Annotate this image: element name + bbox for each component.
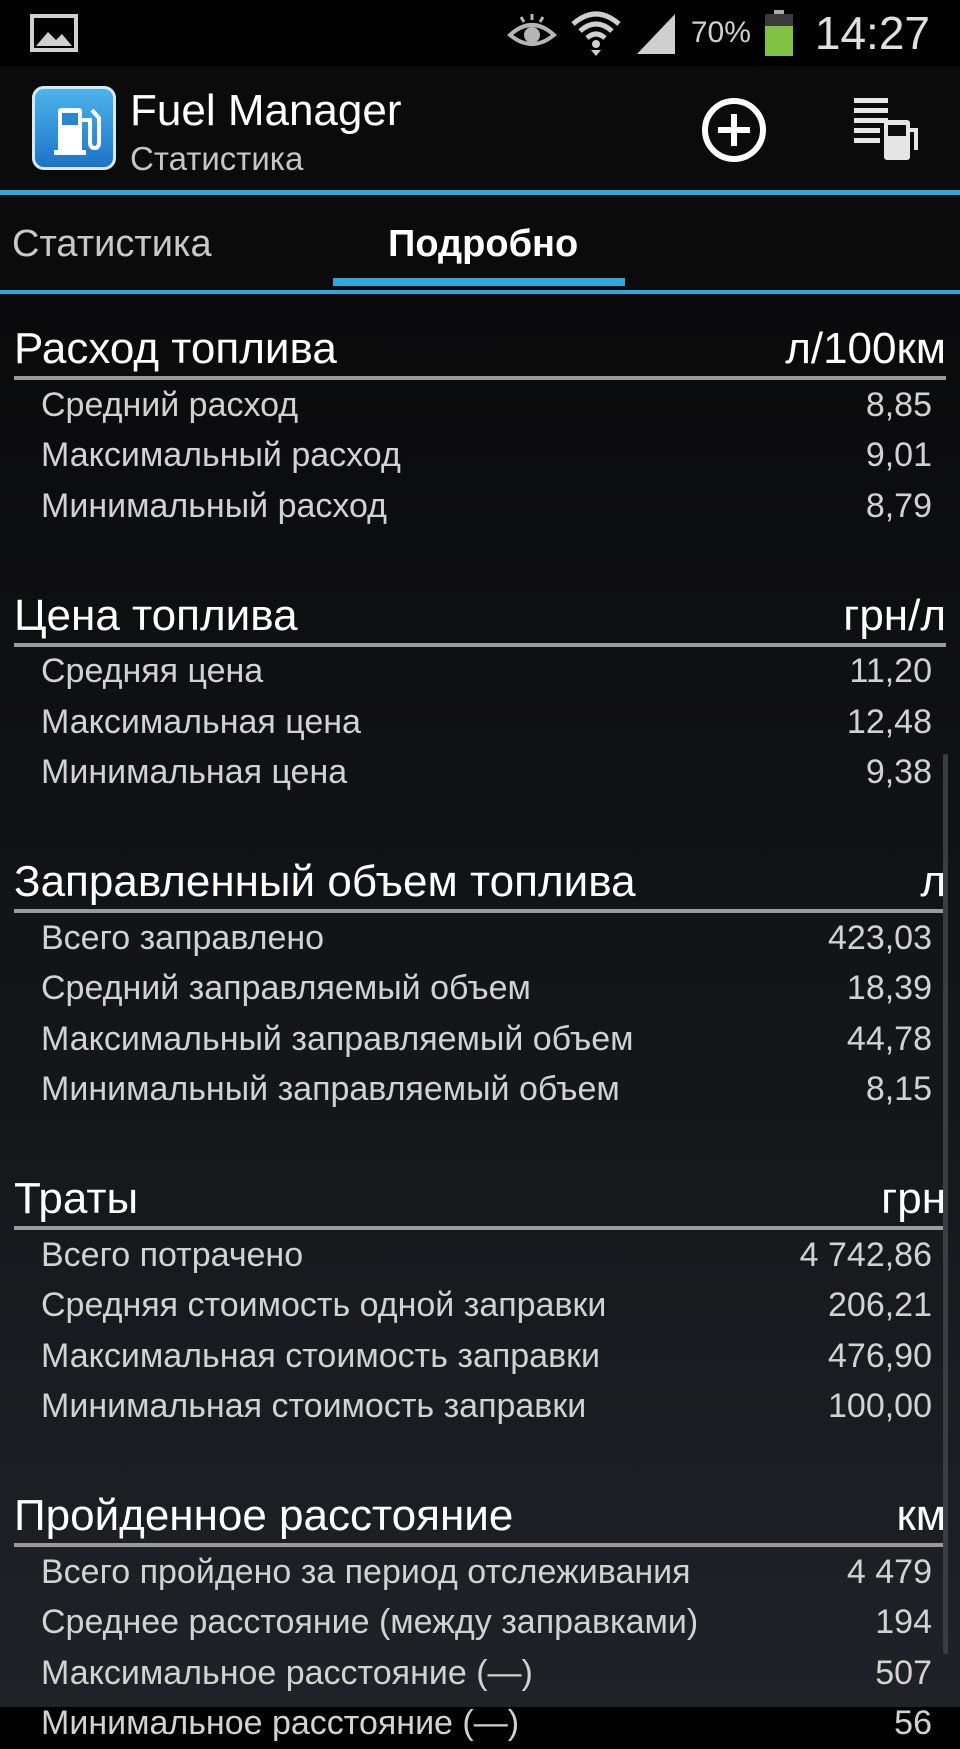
- list-item: Минимальная стоимость заправки 100,00: [41, 1382, 932, 1433]
- row-label: Максимальная цена: [41, 703, 361, 742]
- row-value: 4 742,86: [800, 1236, 932, 1275]
- row-label: Средняя стоимость одной заправки: [41, 1286, 606, 1325]
- list-item: Средний расход 8,85: [41, 380, 932, 431]
- section-header: Заправленный объем топлива л: [14, 827, 946, 913]
- row-value: 8,15: [866, 1070, 932, 1109]
- section-fuel-consumption: Расход топлива л/100км Средний расход 8,8…: [0, 294, 960, 532]
- list-item: Максимальный заправляемый объем 44,78: [41, 1014, 932, 1065]
- row-value: 100,00: [828, 1387, 932, 1426]
- gallery-icon: [30, 14, 78, 52]
- row-label: Максимальный заправляемый объем: [41, 1020, 634, 1059]
- status-bar: 70% 14:27: [0, 0, 960, 66]
- row-label: Максимальная стоимость заправки: [41, 1337, 600, 1376]
- list-item: Максимальное расстояние (—) 507: [41, 1648, 932, 1699]
- row-value: 4 479: [847, 1553, 932, 1592]
- section-title: Заправленный объем топлива: [14, 857, 636, 907]
- signal-icon: [635, 10, 677, 56]
- list-item: Минимальное расстояние (—) 56: [41, 1699, 932, 1749]
- list-item: Среднее расстояние (между заправками) 194: [41, 1598, 932, 1649]
- list-item: Всего потрачено 4 742,86: [41, 1230, 932, 1281]
- tab-bar: Статистика Подробно: [0, 195, 960, 290]
- row-value: 56: [894, 1704, 932, 1743]
- fuel-pump-icon[interactable]: [32, 86, 116, 170]
- row-label: Максимальное расстояние (—): [41, 1654, 533, 1693]
- row-value: 44,78: [847, 1020, 932, 1059]
- section-unit: км: [897, 1491, 947, 1541]
- section-distance: Пройденное расстояние км Всего пройдено …: [0, 1461, 960, 1749]
- battery-icon: [765, 10, 793, 56]
- section-title: Траты: [14, 1174, 138, 1224]
- row-label: Минимальная стоимость заправки: [41, 1387, 586, 1426]
- list-item: Средний заправляемый объем 18,39: [41, 964, 932, 1015]
- row-value: 9,38: [866, 753, 932, 792]
- list-item: Средняя цена 11,20: [41, 647, 932, 698]
- eye-icon: [507, 13, 557, 53]
- list-item: Максимальная стоимость заправки 476,90: [41, 1331, 932, 1382]
- scrollbar[interactable]: [943, 754, 948, 1654]
- row-value: 12,48: [847, 703, 932, 742]
- list-item: Максимальный расход 9,01: [41, 431, 932, 482]
- row-label: Средняя цена: [41, 652, 263, 691]
- add-icon[interactable]: [700, 96, 768, 164]
- section-title: Цена топлива: [14, 591, 298, 641]
- list-item: Всего пройдено за период отслеживания 4 4…: [41, 1547, 932, 1598]
- row-label: Всего заправлено: [41, 919, 324, 958]
- row-value: 8,79: [866, 487, 932, 526]
- section-header: Пройденное расстояние км: [14, 1461, 946, 1547]
- list-item: Минимальный заправляемый объем 8,15: [41, 1065, 932, 1116]
- section-header: Траты грн: [14, 1144, 946, 1230]
- row-value: 476,90: [828, 1337, 932, 1376]
- statistics-details[interactable]: Расход топлива л/100км Средний расход 8,8…: [0, 294, 960, 1707]
- fuel-list-icon[interactable]: [850, 94, 920, 164]
- section-expenses: Траты грн Всего потрачено 4 742,86 Средня…: [0, 1144, 960, 1432]
- action-bar: Fuel Manager Статистика: [0, 66, 960, 190]
- row-label: Минимальный заправляемый объем: [41, 1070, 620, 1109]
- row-label: Средний заправляемый объем: [41, 969, 531, 1008]
- tab-selected-indicator: [333, 278, 625, 286]
- list-item: Средняя стоимость одной заправки 206,21: [41, 1281, 932, 1332]
- list-item: Всего заправлено 423,03: [41, 913, 932, 964]
- row-value: 8,85: [866, 386, 932, 425]
- section-unit: л/100км: [785, 324, 946, 374]
- row-label: Всего пройдено за период отслеживания: [41, 1553, 691, 1592]
- row-value: 206,21: [828, 1286, 932, 1325]
- section-fuel-price: Цена топлива грн/л Средняя цена 11,20 Мак…: [0, 561, 960, 799]
- row-label: Максимальный расход: [41, 436, 401, 475]
- section-title: Расход топлива: [14, 324, 337, 374]
- row-value: 423,03: [828, 919, 932, 958]
- list-item: Минимальный расход 8,79: [41, 481, 932, 532]
- row-value: 9,01: [866, 436, 932, 475]
- list-item: Минимальная цена 9,38: [41, 748, 932, 799]
- battery-percent: 70%: [691, 16, 751, 50]
- tab-details[interactable]: Подробно: [388, 223, 578, 266]
- row-value: 507: [875, 1654, 932, 1693]
- section-header: Цена топлива грн/л: [14, 561, 946, 647]
- row-label: Средний расход: [41, 386, 298, 425]
- row-label: Среднее расстояние (между заправками): [41, 1603, 698, 1642]
- row-value: 18,39: [847, 969, 932, 1008]
- section-fuel-volume: Заправленный объем топлива л Всего запра…: [0, 827, 960, 1115]
- section-header: Расход топлива л/100км: [14, 294, 946, 380]
- section-unit: грн/л: [843, 591, 946, 641]
- wifi-icon: [571, 10, 621, 56]
- row-value: 194: [875, 1603, 932, 1642]
- row-label: Минимальное расстояние (—): [41, 1704, 519, 1743]
- row-value: 11,20: [849, 652, 932, 691]
- app-subtitle: Статистика: [130, 140, 303, 178]
- row-label: Минимальный расход: [41, 487, 387, 526]
- section-title: Пройденное расстояние: [14, 1491, 513, 1541]
- list-item: Максимальная цена 12,48: [41, 697, 932, 748]
- app-title: Fuel Manager: [130, 86, 401, 136]
- row-label: Минимальная цена: [41, 753, 347, 792]
- section-unit: грн: [881, 1174, 946, 1224]
- clock: 14:27: [815, 6, 930, 60]
- row-label: Всего потрачено: [41, 1236, 303, 1275]
- tab-statistics[interactable]: Статистика: [12, 223, 212, 266]
